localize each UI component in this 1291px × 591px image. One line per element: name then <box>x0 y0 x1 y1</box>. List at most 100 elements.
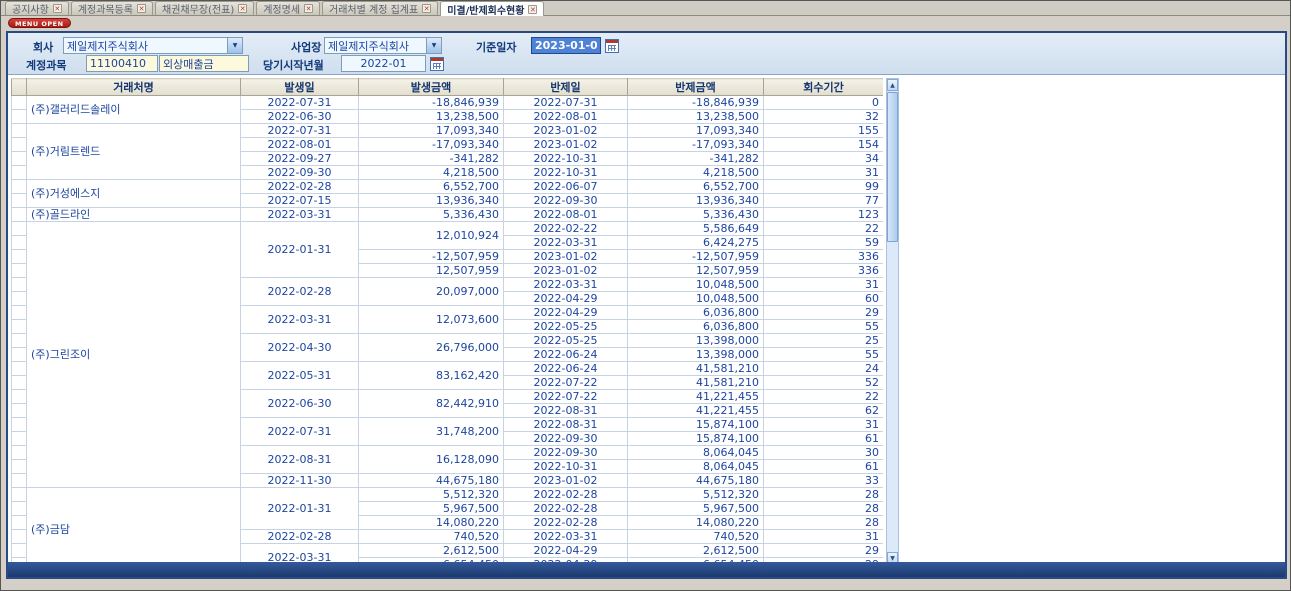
settle-date-cell[interactable]: 2022-10-31 <box>504 166 628 180</box>
collection-days-cell[interactable]: 61 <box>764 460 884 474</box>
settle-date-cell[interactable]: 2022-03-31 <box>504 236 628 250</box>
settle-amount-cell[interactable]: -12,507,959 <box>628 250 764 264</box>
row-indicator[interactable] <box>12 264 27 278</box>
row-indicator[interactable] <box>12 208 27 222</box>
vertical-scrollbar[interactable]: ▲ ▼ <box>886 78 899 565</box>
settle-amount-cell[interactable]: 41,221,455 <box>628 404 764 418</box>
settle-date-cell[interactable]: 2023-01-02 <box>504 250 628 264</box>
occur-date-cell[interactable]: 2022-09-27 <box>241 152 359 166</box>
settle-date-cell[interactable]: 2023-01-02 <box>504 264 628 278</box>
row-indicator[interactable] <box>12 432 27 446</box>
occur-date-cell[interactable]: 2022-06-30 <box>241 390 359 418</box>
menu-open-button[interactable]: MENU OPEN <box>8 18 71 28</box>
calendar-icon[interactable] <box>605 39 619 53</box>
collection-days-cell[interactable]: 33 <box>764 474 884 488</box>
settle-date-cell[interactable]: 2022-07-31 <box>504 96 628 110</box>
collection-days-cell[interactable]: 22 <box>764 222 884 236</box>
collection-days-cell[interactable]: 25 <box>764 334 884 348</box>
settle-date-cell[interactable]: 2022-08-01 <box>504 110 628 124</box>
row-indicator[interactable] <box>12 292 27 306</box>
occur-date-cell[interactable]: 2022-03-31 <box>241 208 359 222</box>
row-indicator[interactable] <box>12 460 27 474</box>
tab-close-icon[interactable]: ✕ <box>137 4 146 13</box>
row-indicator[interactable] <box>12 166 27 180</box>
settle-date-cell[interactable]: 2022-04-29 <box>504 292 628 306</box>
tab-1[interactable]: 계정과목등록✕ <box>71 1 153 15</box>
settle-amount-cell[interactable]: -341,282 <box>628 152 764 166</box>
row-indicator[interactable] <box>12 488 27 502</box>
settle-amount-cell[interactable]: 6,552,700 <box>628 180 764 194</box>
collection-days-cell[interactable]: 29 <box>764 544 884 558</box>
settle-date-cell[interactable]: 2022-10-31 <box>504 460 628 474</box>
company-cell[interactable]: (주)갤러리드솔레이 <box>27 96 241 124</box>
company-select[interactable]: 제일제지주식회사 ▼ <box>63 37 243 54</box>
settle-date-cell[interactable]: 2022-09-30 <box>504 446 628 460</box>
scroll-up-icon[interactable]: ▲ <box>887 79 898 91</box>
row-indicator[interactable] <box>12 320 27 334</box>
occur-amount-cell[interactable]: -341,282 <box>359 152 504 166</box>
row-indicator[interactable] <box>12 446 27 460</box>
settle-amount-cell[interactable]: 41,221,455 <box>628 390 764 404</box>
settle-date-cell[interactable]: 2022-06-07 <box>504 180 628 194</box>
collection-days-cell[interactable]: 154 <box>764 138 884 152</box>
collection-days-cell[interactable]: 55 <box>764 348 884 362</box>
settle-date-cell[interactable]: 2022-05-25 <box>504 320 628 334</box>
tab-close-icon[interactable]: ✕ <box>53 4 62 13</box>
occur-date-cell[interactable]: 2022-07-31 <box>241 418 359 446</box>
row-indicator[interactable] <box>12 418 27 432</box>
collection-days-cell[interactable]: 28 <box>764 516 884 530</box>
collection-days-cell[interactable]: 34 <box>764 152 884 166</box>
collection-days-cell[interactable]: 31 <box>764 278 884 292</box>
collection-days-cell[interactable]: 336 <box>764 264 884 278</box>
settle-amount-cell[interactable]: 15,874,100 <box>628 418 764 432</box>
occur-amount-cell[interactable]: -18,846,939 <box>359 96 504 110</box>
settle-amount-cell[interactable]: 6,036,800 <box>628 320 764 334</box>
company-cell[interactable]: (주)금담 <box>27 488 241 566</box>
tab-2[interactable]: 채권채무장(전표)✕ <box>155 1 254 15</box>
collection-days-cell[interactable]: 61 <box>764 432 884 446</box>
settle-date-cell[interactable]: 2022-02-22 <box>504 222 628 236</box>
row-indicator[interactable] <box>12 278 27 292</box>
row-indicator[interactable] <box>12 180 27 194</box>
scrollbar-thumb[interactable] <box>887 92 898 242</box>
occur-date-cell[interactable]: 2022-11-30 <box>241 474 359 488</box>
occur-amount-cell[interactable]: 740,520 <box>359 530 504 544</box>
settle-amount-cell[interactable]: 13,238,500 <box>628 110 764 124</box>
collection-days-cell[interactable]: 336 <box>764 250 884 264</box>
settle-amount-cell[interactable]: 13,936,340 <box>628 194 764 208</box>
occur-date-cell[interactable]: 2022-06-30 <box>241 110 359 124</box>
occur-amount-cell[interactable]: 13,936,340 <box>359 194 504 208</box>
site-select[interactable]: 제일제지주식회사 ▼ <box>324 37 442 54</box>
occur-date-cell[interactable]: 2022-07-15 <box>241 194 359 208</box>
calendar-icon[interactable] <box>430 57 444 71</box>
occur-date-cell[interactable]: 2022-02-28 <box>241 180 359 194</box>
occur-amount-cell[interactable]: 5,967,500 <box>359 502 504 516</box>
account-name-input[interactable] <box>159 55 249 72</box>
collection-days-cell[interactable]: 31 <box>764 166 884 180</box>
row-indicator[interactable] <box>12 544 27 558</box>
settle-amount-cell[interactable]: 8,064,045 <box>628 446 764 460</box>
occur-amount-cell[interactable]: -12,507,959 <box>359 250 504 264</box>
settle-amount-cell[interactable]: 13,398,000 <box>628 348 764 362</box>
chevron-down-icon[interactable]: ▼ <box>426 38 441 53</box>
occur-amount-cell[interactable]: 31,748,200 <box>359 418 504 446</box>
collection-days-cell[interactable]: 155 <box>764 124 884 138</box>
settle-amount-cell[interactable]: 13,398,000 <box>628 334 764 348</box>
settle-amount-cell[interactable]: -18,846,939 <box>628 96 764 110</box>
occur-amount-cell[interactable]: -17,093,340 <box>359 138 504 152</box>
settle-date-cell[interactable]: 2022-02-28 <box>504 488 628 502</box>
collection-days-cell[interactable]: 28 <box>764 502 884 516</box>
settle-date-cell[interactable]: 2022-10-31 <box>504 152 628 166</box>
settle-amount-cell[interactable]: 10,048,500 <box>628 278 764 292</box>
settle-date-cell[interactable]: 2022-05-25 <box>504 334 628 348</box>
collection-days-cell[interactable]: 77 <box>764 194 884 208</box>
settle-amount-cell[interactable]: 41,581,210 <box>628 362 764 376</box>
start-month-input[interactable] <box>341 55 426 72</box>
occur-date-cell[interactable]: 2022-09-30 <box>241 166 359 180</box>
settle-date-cell[interactable]: 2022-06-24 <box>504 362 628 376</box>
occur-date-cell[interactable]: 2022-03-31 <box>241 306 359 334</box>
tab-close-icon[interactable]: ✕ <box>304 4 313 13</box>
row-indicator[interactable] <box>12 334 27 348</box>
settle-date-cell[interactable]: 2022-03-31 <box>504 278 628 292</box>
row-indicator[interactable] <box>12 376 27 390</box>
